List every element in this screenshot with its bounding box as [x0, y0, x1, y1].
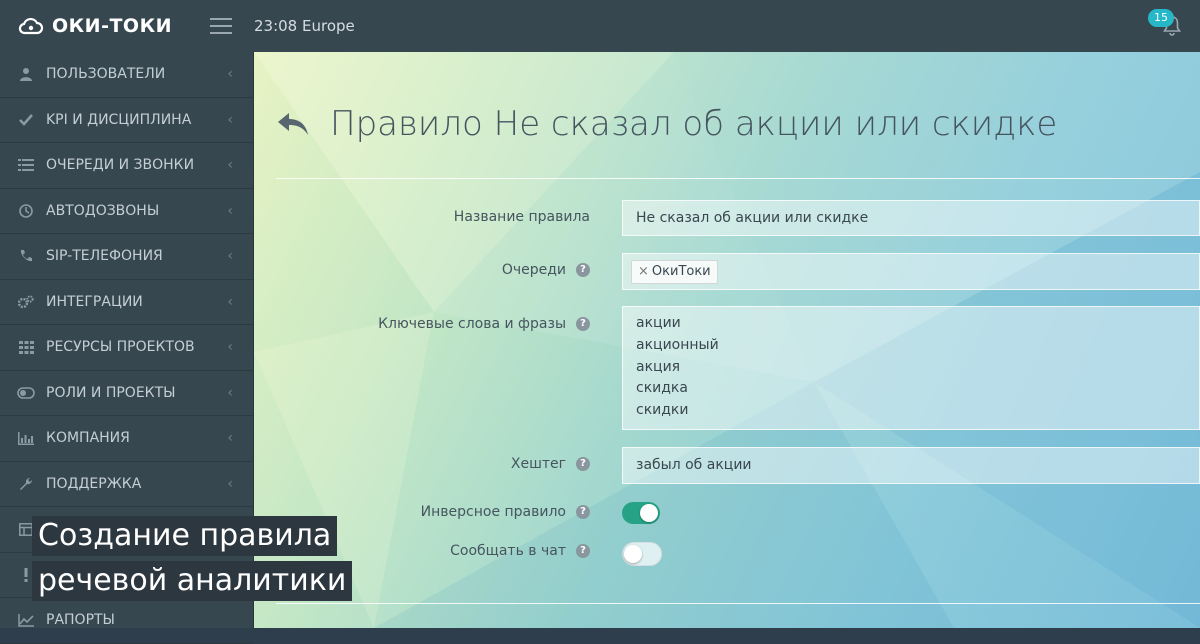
sidebar-item[interactable]: ИНТЕГРАЦИИ ‹ [0, 280, 253, 325]
queues-label: Очереди ? [502, 262, 590, 278]
sidebar-item-label: КОМПАНИЯ [46, 430, 130, 447]
inverse-toggle[interactable] [622, 502, 660, 524]
hashtag-help-icon[interactable]: ? [576, 457, 590, 471]
clock: 23:08 [254, 17, 298, 35]
page-title: Правило Не сказал об акции или скидке [330, 104, 1058, 144]
keywords-textarea[interactable]: акции акционный акция скидка скидки [622, 306, 1200, 430]
sidebar-item[interactable]: РАПОРТЫ [0, 598, 253, 644]
menu-toggle-icon[interactable] [210, 18, 232, 34]
back-arrow-icon[interactable] [276, 109, 310, 139]
chevron-left-icon: ‹ [227, 339, 233, 355]
hashtag-label: Хештег ? [511, 456, 590, 472]
divider-bottom [276, 603, 1200, 604]
top-bar: ОКИ-ТОКИ 23:08 Europe 15 [0, 0, 1200, 52]
notify-label: Сообщать в чат ? [450, 543, 590, 559]
sidebar-item[interactable]: РОЛИ И ПРОЕКТЫ ‹ [0, 371, 253, 416]
queues-select[interactable]: × ОкиТоки [622, 253, 1200, 290]
phone-icon [16, 249, 36, 263]
queue-tag[interactable]: × ОкиТоки [631, 260, 718, 284]
keywords-help-icon[interactable]: ? [576, 317, 590, 331]
check-icon [16, 113, 36, 127]
inverse-label: Инверсное правило ? [421, 504, 590, 520]
sidebar-item-label: РЕСУРСЫ ПРОЕКТОВ [46, 339, 195, 356]
sidebar-item[interactable]: РЕСУРСЫ ПРОЕКТОВ ‹ [0, 325, 253, 371]
chevron-left-icon: ‹ [227, 293, 233, 310]
keyword-line: акции [636, 315, 681, 331]
sidebar-item-label: РАПОРТЫ [46, 612, 115, 629]
sidebar-item-label: АВТОДОЗВОНЫ [46, 202, 160, 219]
notify-toggle[interactable] [622, 542, 662, 566]
wrench-icon [16, 477, 36, 491]
logo-text: ОКИ-ТОКИ [52, 15, 173, 37]
chevron-left-icon: ‹ [227, 202, 233, 219]
grid-icon [16, 340, 36, 354]
notification-badge[interactable]: 15 [1148, 9, 1174, 27]
sidebar-item[interactable]: АВТОДОЗВОНЫ ‹ [0, 189, 253, 234]
keyword-line: скидка [636, 380, 688, 397]
line-chart-icon [16, 613, 36, 627]
list-icon [16, 159, 36, 172]
sidebar-item[interactable]: SIP-ТЕЛЕФОНИЯ ‹ [0, 234, 253, 280]
chevron-left-icon: ‹ [227, 157, 233, 173]
timezone: Europe [302, 17, 355, 35]
sidebar-item-label: ИНТЕГРАЦИИ [46, 293, 143, 310]
main-content: Правило Не сказал об акции или скидке На… [254, 52, 1200, 628]
sidebar-item[interactable]: KPI И ДИСЦИПЛИНА ‹ [0, 98, 253, 143]
keyword-line: скидки [636, 402, 689, 419]
caption-line-1: Создание правила [32, 516, 338, 556]
rule-name-label: Название правила [453, 209, 590, 225]
toggle-icon [16, 386, 36, 399]
keyword-line: акционный [636, 336, 719, 353]
sidebar-item-label: KPI И ДИСЦИПЛИНА [46, 111, 192, 128]
sidebar-item[interactable]: ПОДДЕРЖКА ‹ [0, 462, 253, 507]
sidebar-item[interactable]: ПОЛЬЗОВАТЕЛИ ‹ [0, 52, 253, 98]
toggle-knob [640, 504, 658, 522]
queues-help-icon[interactable]: ? [576, 263, 590, 277]
toggle-knob [624, 545, 642, 563]
sidebar-item-label: РОЛИ И ПРОЕКТЫ [46, 384, 176, 401]
divider-top [276, 178, 1200, 179]
cloud-logo-icon [18, 17, 44, 35]
sidebar-item-label: ПОДДЕРЖКА [46, 475, 142, 492]
chevron-left-icon: ‹ [227, 384, 233, 401]
sidebar-item-label: ОЧЕРЕДИ И ЗВОНКИ [46, 157, 195, 174]
sidebar-item-label: SIP-ТЕЛЕФОНИЯ [46, 248, 163, 265]
sidebar-item[interactable]: КОМПАНИЯ ‹ [0, 416, 253, 462]
chevron-left-icon: ‹ [227, 475, 233, 492]
sidebar-item-label: ПОЛЬЗОВАТЕЛИ [46, 66, 166, 83]
remove-tag-icon[interactable]: × [638, 264, 649, 279]
clock-icon [16, 203, 36, 218]
title-row: Правило Не сказал об акции или скидке [276, 104, 1057, 144]
sidebar-item[interactable]: ОЧЕРЕДИ И ЗВОНКИ ‹ [0, 143, 253, 189]
hashtag-input[interactable]: забыл об акции [622, 447, 1200, 484]
logo[interactable]: ОКИ-ТОКИ [18, 14, 172, 38]
bar-chart-icon [16, 431, 36, 445]
inverse-help-icon[interactable]: ? [576, 505, 590, 519]
chevron-left-icon: ‹ [227, 66, 233, 82]
gears-icon [16, 295, 36, 309]
rule-name-input[interactable]: Не сказал об акции или скидке [622, 200, 1200, 236]
chevron-left-icon: ‹ [227, 111, 233, 128]
user-icon [16, 67, 36, 82]
chevron-left-icon: ‹ [227, 248, 233, 264]
keyword-line: акция [636, 358, 681, 375]
chevron-left-icon: ‹ [227, 430, 233, 446]
keywords-label: Ключевые слова и фразы ? [378, 316, 590, 332]
notify-help-icon[interactable]: ? [576, 544, 590, 558]
caption-line-2: речевой аналитики [32, 561, 353, 601]
